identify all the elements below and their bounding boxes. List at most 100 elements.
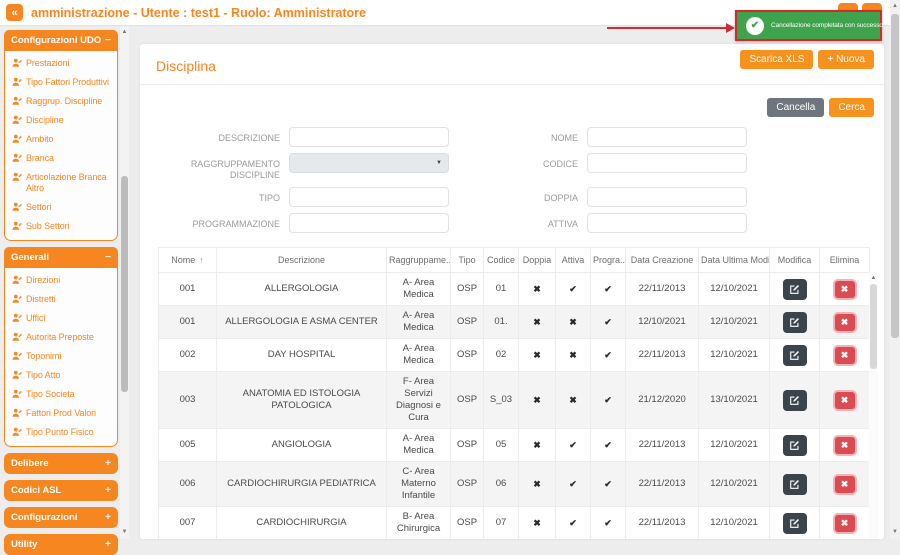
section-toggle-icon[interactable]: + — [105, 458, 111, 468]
sidebar-scrollbar-thumb[interactable] — [121, 176, 128, 392]
col-elimina[interactable]: Elimina — [819, 247, 870, 273]
section-toggle-icon[interactable]: + — [105, 539, 111, 549]
elimina-button[interactable]: ✖ — [832, 389, 857, 411]
col-data-creazione[interactable]: Data Creazione — [625, 247, 699, 273]
sidebar-item-tipo-punto-fisico[interactable]: Tipo Punto Fisico — [8, 423, 115, 442]
sidebar-item-tipo-fattori-produttivi[interactable]: Tipo Fattori Produttivi — [8, 73, 115, 92]
modifica-button[interactable] — [782, 278, 807, 300]
sidebar-item-fattori-prod-valori[interactable]: Fattori Prod Valori — [8, 404, 115, 423]
elimina-button[interactable]: ✖ — [832, 278, 857, 300]
programmazione-input[interactable] — [289, 213, 449, 233]
scarica-xls-button[interactable]: Scarica XLS — [740, 50, 814, 69]
scroll-down-arrow[interactable]: ▼ — [122, 528, 128, 537]
sidebar-section-header[interactable]: Codici ASL + — [4, 480, 118, 501]
descrizione-input[interactable] — [289, 127, 449, 147]
col-data-ultima-modi[interactable]: Data Ultima Modi... — [698, 247, 770, 273]
sidebar-item-settori[interactable]: Settori — [8, 198, 115, 217]
nome-input[interactable] — [587, 127, 747, 147]
sidebar-item-uffici[interactable]: Uffici — [8, 309, 115, 328]
user-icon — [12, 221, 22, 230]
cell-tipo: OSP — [450, 371, 484, 429]
cerca-button[interactable]: Cerca — [829, 98, 874, 117]
sidebar-item-articolazione-branca-altro[interactable]: Articolazione Branca Altro — [8, 168, 115, 198]
sidebar-item-toponimi[interactable]: Toponimi — [8, 347, 115, 366]
descrizione-label: DESCRIZIONE — [218, 133, 280, 143]
modifica-button[interactable] — [782, 434, 807, 456]
col-doppia[interactable]: Doppia — [518, 247, 556, 273]
sidebar-scrollbar[interactable]: ▲ ▼ — [120, 26, 129, 539]
app: { "accent_color": "#f6861f", "glyphs": {… — [0, 0, 900, 555]
table-scrollbar[interactable]: ▲ ▼ — [869, 272, 878, 539]
section-toggle-icon[interactable]: + — [105, 512, 111, 522]
cancella-button[interactable]: Cancella — [767, 98, 825, 117]
cell-codice: 06 — [483, 461, 519, 507]
modifica-button[interactable] — [782, 512, 807, 534]
sidebar-item-tipo-atto[interactable]: Tipo Atto — [8, 366, 115, 385]
col-raggruppame[interactable]: Raggruppame... — [386, 247, 451, 273]
elimina-button[interactable]: ✖ — [832, 434, 857, 456]
scroll-up-arrow[interactable]: ▲ — [892, 2, 898, 11]
user-icon — [12, 427, 22, 436]
tipo-input[interactable] — [289, 187, 449, 207]
codice-input[interactable] — [587, 153, 747, 173]
sidebar-section-header[interactable]: Configurazioni + — [4, 507, 118, 528]
scroll-down-arrow[interactable]: ▼ — [892, 528, 898, 537]
page-scrollbar-thumb[interactable] — [891, 14, 899, 338]
col-nome[interactable]: Nome ↑ — [158, 247, 217, 273]
nuova-button[interactable]: + Nuova — [818, 50, 874, 69]
elimina-button[interactable]: ✖ — [832, 473, 857, 495]
cell-descrizione: ALLERGOLOGIA — [216, 272, 387, 306]
table-scrollbar-thumb[interactable] — [870, 284, 877, 369]
section-toggle-icon[interactable]: + — [105, 485, 111, 495]
modifica-button[interactable] — [782, 344, 807, 366]
elimina-button[interactable]: ✖ — [832, 344, 857, 366]
col-attiva[interactable]: Attiva — [555, 247, 591, 273]
check-circle-icon: ✔ — [746, 16, 764, 35]
scroll-up-arrow[interactable]: ▲ — [122, 28, 128, 37]
sidebar-section-header[interactable]: Delibere + — [4, 453, 118, 474]
modifica-button[interactable] — [782, 473, 807, 495]
col-modifica[interactable]: Modifica — [769, 247, 820, 273]
raggruppamento-discipline-select[interactable]: ▼ — [289, 153, 449, 173]
sidebar-section-header[interactable]: Generali − — [4, 247, 118, 268]
sidebar-item-ambito[interactable]: Ambito — [8, 130, 115, 149]
sidebar-section-configurazioni-udo: Configurazioni UDO − Prestazioni Tipo Fa… — [4, 30, 118, 241]
elimina-button[interactable]: ✖ — [832, 512, 857, 534]
sidebar-item-discipline[interactable]: Discipline — [8, 111, 115, 130]
close-x-icon: ✖ — [840, 349, 849, 360]
page-scrollbar[interactable]: ▲ ▼ — [890, 0, 900, 539]
sidebar-item-prestazioni[interactable]: Prestazioni — [8, 54, 115, 73]
col-label: Raggruppame... — [389, 255, 451, 265]
sidebar-section-header[interactable]: Utility + — [4, 534, 118, 555]
sidebar-section-header[interactable]: Configurazioni UDO − — [4, 30, 118, 51]
sidebar-item-raggrup-discipline[interactable]: Raggrup. Discipline — [8, 92, 115, 111]
header-buttons: Scarica XLS + Nuova — [740, 50, 874, 69]
doppia-mark: ✖ — [533, 283, 541, 294]
attiva-mark: ✔ — [569, 478, 577, 489]
modifica-button[interactable] — [782, 389, 807, 411]
sidebar-item-tipo-societa[interactable]: Tipo Societa — [8, 385, 115, 404]
section-toggle-icon[interactable]: − — [105, 252, 111, 262]
col-progra[interactable]: Progra... — [590, 247, 626, 273]
sidebar-item-direzioni[interactable]: Direzioni — [8, 271, 115, 290]
sidebar-item-distretti[interactable]: Distretti — [8, 290, 115, 309]
programmazione-mark: ✔ — [604, 349, 612, 360]
elimina-button[interactable]: ✖ — [832, 311, 857, 333]
modifica-button[interactable] — [782, 311, 807, 333]
scroll-up-arrow[interactable]: ▲ — [871, 274, 877, 283]
col-tipo[interactable]: Tipo — [450, 247, 484, 273]
programmazione-mark: ✔ — [604, 478, 612, 489]
attiva-input[interactable] — [587, 213, 747, 233]
col-descrizione[interactable]: Descrizione — [216, 247, 387, 273]
edit-pencil-icon — [790, 395, 799, 405]
doppia-input[interactable] — [587, 187, 747, 207]
sidebar-collapse-button[interactable]: « — [6, 4, 23, 21]
section-toggle-icon[interactable]: − — [105, 35, 111, 45]
sidebar-item-sub-settori[interactable]: Sub Settori — [8, 217, 115, 236]
attiva-mark: ✔ — [569, 283, 577, 294]
sidebar-item-autorita-preposte[interactable]: Autorita Preposte — [8, 328, 115, 347]
main-content: Disciplina Scarica XLS + Nuova Cancella … — [131, 26, 890, 539]
cell-nome: 003 — [158, 371, 217, 429]
sidebar-item-branca[interactable]: Branca — [8, 149, 115, 168]
col-codice[interactable]: Codice — [483, 247, 519, 273]
